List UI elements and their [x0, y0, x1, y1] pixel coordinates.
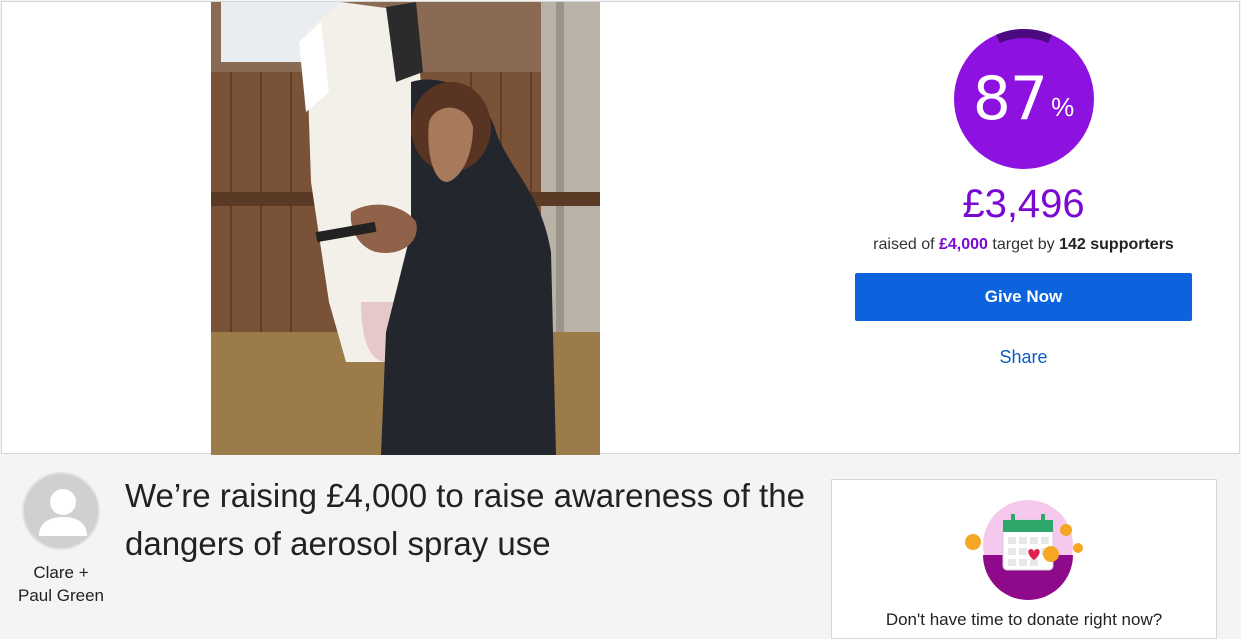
- user-silhouette-icon: [39, 489, 87, 536]
- owner-name-line1: Clare +: [33, 563, 89, 582]
- progress-ring: 87 %: [953, 28, 1095, 170]
- donate-later-text: Don't have time to donate right now?: [885, 610, 1163, 629]
- percent-sign: %: [1051, 91, 1075, 122]
- avatar[interactable]: [22, 472, 100, 550]
- amount-raised: £3,496: [962, 182, 1085, 226]
- share-link[interactable]: Share: [855, 347, 1192, 368]
- percent-value: 87: [972, 64, 1048, 134]
- target-by-label: target by: [992, 236, 1055, 253]
- target-line: raised of £4,000 target by 142 supporter…: [855, 236, 1192, 254]
- calendar-heart-icon: [961, 500, 1091, 600]
- progress-panel: 87 % £3,496 raised of £4,000 target by 1…: [855, 28, 1192, 368]
- target-amount: £4,000: [939, 236, 988, 253]
- owner-name-line2: Paul Green: [18, 586, 104, 605]
- campaign-hero: 87 % £3,496 raised of £4,000 target by 1…: [1, 1, 1240, 455]
- campaign-photo: [211, 2, 600, 455]
- donate-later-card: Don't have time to donate right now?: [831, 479, 1217, 639]
- owner-names[interactable]: Clare + Paul Green: [8, 561, 114, 607]
- give-now-button[interactable]: Give Now: [855, 273, 1192, 321]
- supporters-count: 142 supporters: [1059, 236, 1174, 253]
- progress-percent: 87 %: [953, 28, 1095, 170]
- raised-of-label: raised of: [873, 236, 935, 253]
- campaign-headline: We’re raising £4,000 to raise awareness …: [125, 477, 805, 562]
